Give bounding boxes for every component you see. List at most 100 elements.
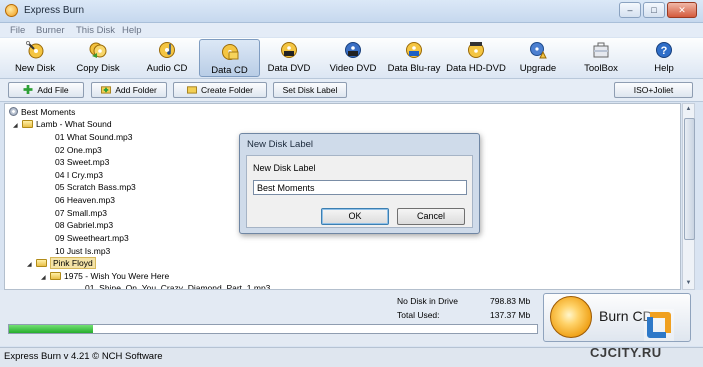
audio-cd-button[interactable]: Audio CD [141, 38, 193, 78]
data-cd-button[interactable]: Data CD [199, 39, 260, 77]
new-disk-button[interactable]: New Disk [12, 38, 58, 78]
disc-icon [9, 107, 18, 116]
toolbox-label: ToolBox [584, 63, 618, 74]
new-disk-label-dialog: New Disk Label New Disk Label OK Cancel [239, 133, 480, 234]
expanded-triangle-icon[interactable]: ◢ [27, 259, 36, 271]
video-dvd-label: Video DVD [329, 63, 377, 74]
copy-disk-label: Copy Disk [76, 63, 120, 74]
svg-text:?: ? [661, 45, 668, 57]
video-dvd-button[interactable]: Video DVD [326, 38, 380, 78]
tree-track[interactable]: 09 Sweetheart.mp3 [55, 232, 129, 244]
burn-disc-icon [550, 296, 592, 338]
set-disk-label-button[interactable]: Set Disk Label [273, 82, 347, 98]
window-title: Express Burn [24, 5, 85, 16]
data-hddvd-label: Data HD-DVD [446, 63, 506, 74]
data-hddvd-button[interactable]: Data HD-DVD [446, 38, 506, 78]
audio-cd-label: Audio CD [146, 63, 188, 74]
scroll-thumb[interactable] [684, 118, 695, 240]
folder-icon [50, 272, 61, 280]
folder-icon [36, 259, 47, 267]
create-folder-label: Create Folder [201, 85, 253, 95]
add-icon [23, 85, 33, 94]
new-disk-label: New Disk [14, 63, 56, 74]
watermark-text: CJCITY.RU [590, 345, 662, 360]
express-burn-logo-icon [5, 4, 18, 17]
tree-folder-wish-you-were-here[interactable]: ◢ 1975 - Wish You Were Here [41, 270, 169, 282]
vertical-scrollbar[interactable]: ▲ ▼ [682, 103, 695, 290]
disk-label-input[interactable] [253, 180, 467, 195]
iso-joliet-button[interactable]: ISO+Joliet [614, 82, 693, 98]
audio-cd-icon [159, 42, 175, 58]
version-text: Express Burn v 4.21 © NCH Software [4, 351, 163, 362]
data-cd-icon [221, 44, 238, 60]
cancel-button[interactable]: Cancel [397, 208, 465, 225]
ok-button[interactable]: OK [321, 208, 389, 225]
add-file-button[interactable]: Add File [8, 82, 84, 98]
help-label: Help [654, 63, 674, 74]
data-bluray-label: Data Blu-ray [387, 63, 441, 74]
upgrade-icon [530, 42, 547, 59]
tree-track[interactable]: 07 Small.mp3 [55, 207, 107, 219]
tree-track[interactable]: 05 Scratch Bass.mp3 [55, 181, 136, 193]
help-button[interactable]: ? Help [644, 38, 684, 78]
data-dvd-button[interactable]: Data DVD [263, 38, 315, 78]
wand-disc-icon [26, 41, 44, 59]
menu-bar: File Burner This Disk Help [0, 23, 703, 37]
scroll-down-icon[interactable]: ▼ [683, 278, 694, 289]
disk-usage-bar [8, 324, 538, 334]
tree-track[interactable]: 06 Heaven.mp3 [55, 194, 115, 206]
tree-track[interactable]: 10 Just Is.mp3 [55, 245, 110, 257]
add-folder-button[interactable]: Add Folder [91, 82, 167, 98]
total-used-value: 137.37 Mb [490, 310, 531, 320]
help-icon: ? [656, 42, 672, 58]
tree-folder-pink-floyd[interactable]: ◢ Pink Floyd [27, 257, 96, 269]
toolbox-icon [593, 42, 609, 58]
main-toolbar: New Disk Copy Disk Audio CD Data CD Data… [0, 38, 703, 79]
tree-root[interactable]: Best Moments [9, 106, 75, 118]
app-window: Express Burn – □ ✕ File Burner This Disk… [0, 0, 703, 367]
menu-file[interactable]: File [10, 25, 25, 36]
action-bar: Add File Add Folder Create Folder Set Di… [0, 79, 703, 102]
data-bluray-button[interactable]: Data Blu-ray [386, 38, 442, 78]
data-cd-label: Data CD [211, 65, 248, 76]
tree-folder-lamb[interactable]: ◢ Lamb - What Sound [13, 118, 112, 130]
menu-this-disk[interactable]: This Disk [76, 25, 115, 36]
menu-burner[interactable]: Burner [36, 25, 65, 36]
tree-track[interactable]: 01_Shine_On_You_Crazy_Diamond_Part_1.mp3 [85, 282, 270, 289]
dvd-icon [281, 42, 297, 58]
dialog-body: New Disk Label OK Cancel [246, 155, 473, 228]
add-folder-label: Add Folder [115, 85, 157, 95]
data-dvd-label: Data DVD [267, 63, 311, 74]
minimize-button[interactable]: – [619, 2, 641, 18]
disk-usage-fill [9, 325, 94, 333]
toolbox-button[interactable]: ToolBox [578, 38, 624, 78]
drive-capacity-value: 798.83 Mb [490, 296, 531, 306]
maximize-button[interactable]: □ [643, 2, 665, 18]
tree-track[interactable]: 08 Gabriel.mp3 [55, 219, 113, 231]
tree-track[interactable]: 03 Sweet.mp3 [55, 156, 109, 168]
hddvd-icon [468, 42, 484, 58]
create-folder-button[interactable]: Create Folder [173, 82, 267, 98]
copy-disk-button[interactable]: Copy Disk [72, 38, 124, 78]
video-dvd-icon [345, 42, 361, 58]
expanded-triangle-icon[interactable]: ◢ [41, 272, 50, 284]
copy-disc-icon [89, 42, 107, 58]
dialog-title: New Disk Label [247, 139, 313, 150]
upgrade-button[interactable]: Upgrade [514, 38, 562, 78]
add-folder-icon [101, 86, 112, 94]
watermark-logo [644, 309, 674, 341]
menu-help[interactable]: Help [122, 25, 142, 36]
expanded-triangle-icon[interactable]: ◢ [13, 120, 22, 132]
title-bar: Express Burn – □ ✕ [0, 0, 703, 23]
drive-status-label: No Disk in Drive [397, 296, 458, 306]
dialog-prompt: New Disk Label [253, 163, 316, 173]
close-button[interactable]: ✕ [667, 2, 697, 18]
folder-icon [22, 120, 33, 128]
tree-track[interactable]: 02 One.mp3 [55, 144, 102, 156]
selected-folder-label: Pink Floyd [50, 257, 96, 269]
add-file-label: Add File [37, 85, 69, 95]
scroll-up-icon[interactable]: ▲ [683, 104, 694, 115]
tree-track[interactable]: 01 What Sound.mp3 [55, 131, 133, 143]
tree-track[interactable]: 04 I Cry.mp3 [55, 169, 103, 181]
folder-icon [187, 86, 197, 94]
